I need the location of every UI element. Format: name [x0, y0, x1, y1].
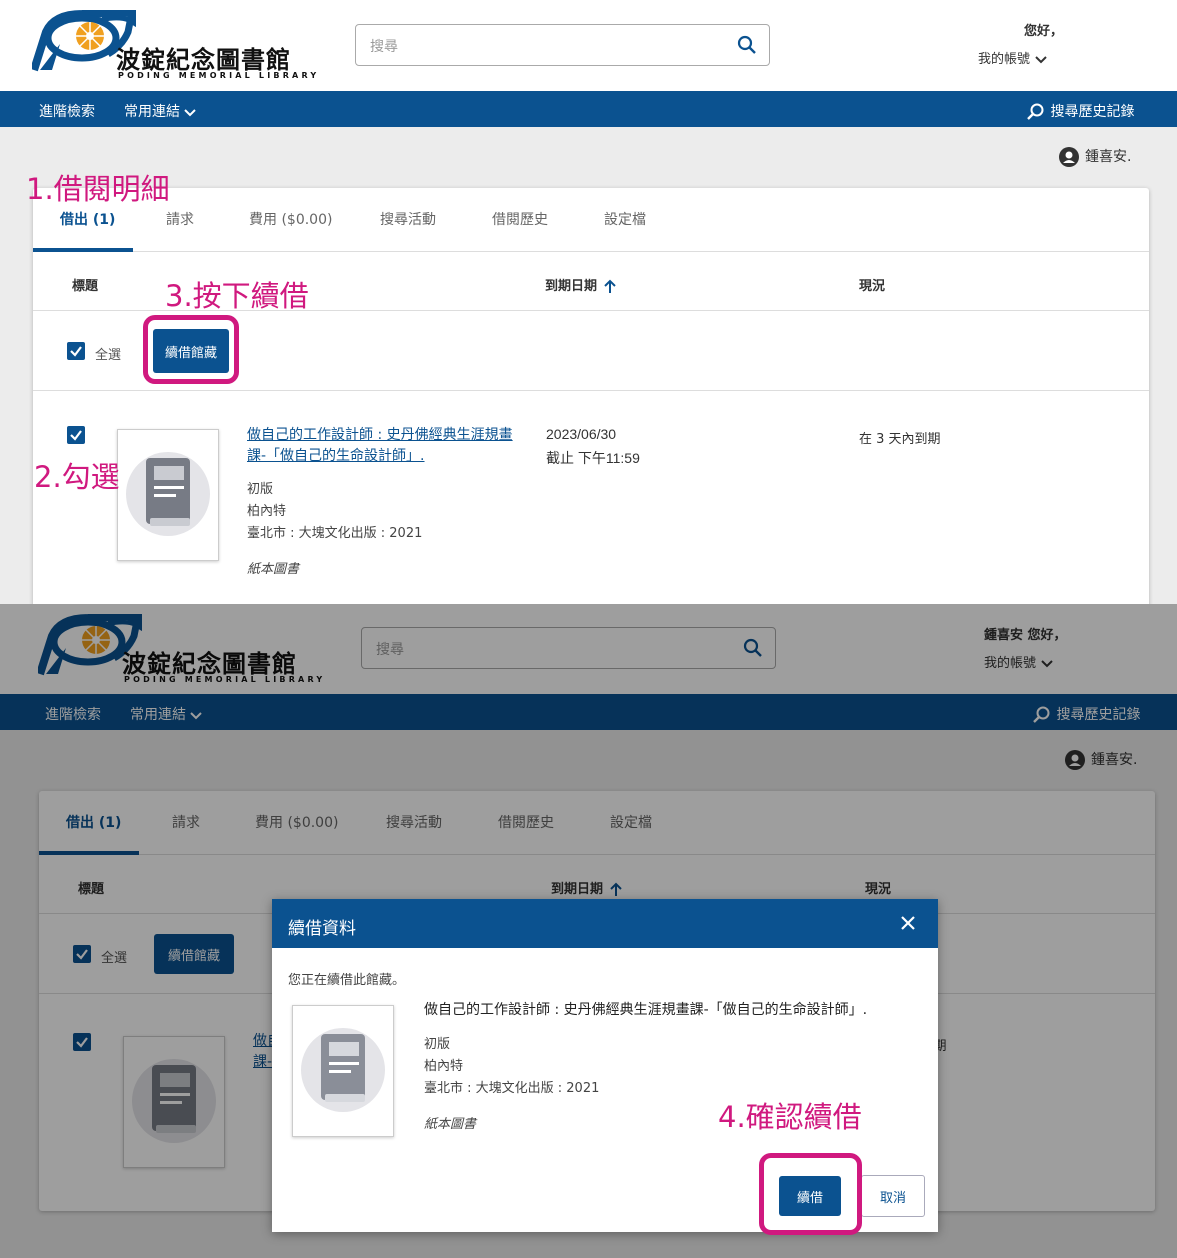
nav-advanced-search[interactable]: 進階檢索 — [39, 101, 95, 121]
dialog-item-edition: 初版 — [424, 1037, 451, 1052]
item-edition: 初版 — [247, 482, 274, 497]
highlight-confirm-button — [759, 1153, 862, 1235]
select-all-label[interactable]: 全選 — [95, 344, 121, 363]
dialog-item-format: 紙本圖書 — [424, 1117, 477, 1132]
navbar: 進階檢索 常用連結 搜尋歷史記錄 — [0, 91, 1177, 127]
dialog-item-author: 柏內特 — [424, 1059, 464, 1074]
nav-search-history-label: 搜尋歷史記錄 — [1050, 104, 1135, 120]
tab-borrow-history[interactable]: 借閱歷史 — [492, 209, 548, 229]
sort-arrow-up-icon — [602, 279, 618, 294]
top-screenshot-panel: 波錠紀念圖書館 PODING MEMORIAL LIBRARY 您好， 我的帳號… — [0, 0, 1177, 604]
item-status: 在 3 天內到期 — [859, 432, 941, 447]
annotation-step3: 3.按下續借 — [165, 279, 309, 313]
tab-fees[interactable]: 費用 ($0.00) — [249, 209, 332, 229]
library-logo[interactable]: 波錠紀念圖書館 PODING MEMORIAL LIBRARY — [32, 10, 316, 82]
greeting: 您好， — [1024, 24, 1064, 39]
nav-search-history[interactable]: 搜尋歷史記錄 — [1026, 101, 1134, 121]
logo-english-name: PODING MEMORIAL LIBRARY — [118, 71, 320, 80]
search-input[interactable] — [370, 34, 710, 58]
active-tab-indicator — [33, 248, 133, 252]
tab-checkouts[interactable]: 借出 (1) — [60, 209, 115, 229]
logo-chinese-name: 波錠紀念圖書館 — [116, 45, 291, 74]
search-box[interactable] — [355, 24, 770, 66]
user-circle-icon — [1059, 147, 1085, 167]
dialog-item-title: 做自己的工作設計師 : 史丹佛經典生涯規畫課-「做自己的生命設計師」. — [424, 1002, 868, 1018]
history-search-icon — [1026, 103, 1046, 120]
user-name: 鍾喜安. — [1085, 149, 1132, 165]
select-all-checkbox[interactable] — [67, 342, 85, 360]
nav-common-links[interactable]: 常用連結 — [124, 101, 197, 121]
col-due-header[interactable]: 到期日期 — [545, 275, 618, 295]
user-display: 鍾喜安. — [1059, 146, 1131, 167]
bottom-screenshot-panel: 波錠紀念圖書館 PODING MEMORIAL LIBRARY 鍾喜安 您好， … — [0, 604, 1177, 1258]
item-publisher: 臺北市 : 大塊文化出版 : 2021 — [247, 526, 423, 541]
col-due-label: 到期日期 — [545, 279, 598, 294]
tab-requests[interactable]: 請求 — [166, 209, 194, 229]
dialog-title: 續借資料 — [288, 919, 356, 939]
cancel-button[interactable]: 取消 — [861, 1175, 925, 1217]
chevron-down-icon — [184, 104, 197, 120]
account-label: 我的帳號 — [978, 52, 1031, 67]
due-time: 截止 下午11:59 — [546, 450, 640, 466]
col-title-header[interactable]: 標題 — [72, 275, 98, 294]
book-cover[interactable] — [117, 429, 219, 561]
dialog-item-publisher: 臺北市 : 大塊文化出版 : 2021 — [424, 1081, 600, 1096]
tab-search-activity[interactable]: 搜尋活動 — [380, 209, 436, 229]
account-menu[interactable]: 我的帳號 — [978, 48, 1048, 67]
book-cover — [292, 1005, 394, 1137]
search-icon[interactable] — [737, 35, 757, 59]
site-header: 波錠紀念圖書館 PODING MEMORIAL LIBRARY 您好， 我的帳號 — [0, 0, 1177, 91]
item-checkbox[interactable] — [67, 426, 85, 444]
chevron-down-icon — [1030, 52, 1048, 67]
account-card: 借出 (1) 請求 費用 ($0.00) 搜尋活動 借閱歷史 設定檔 標題 到期… — [33, 188, 1149, 604]
tab-profile[interactable]: 設定檔 — [604, 209, 646, 229]
annotation-step1: 1.借閱明細 — [26, 172, 170, 206]
dialog-header: 續借資料 — [272, 899, 938, 948]
annotation-step2: 2.勾選 — [34, 460, 120, 494]
book-icon — [126, 452, 210, 536]
dialog-message: 您正在續借此館藏。 — [288, 973, 406, 988]
close-icon[interactable] — [900, 915, 916, 935]
annotation-step4: 4.確認續借 — [718, 1100, 862, 1134]
col-status-header[interactable]: 現況 — [859, 275, 885, 294]
due-date: 2023/06/30 — [546, 426, 617, 442]
item-author: 柏內特 — [247, 504, 287, 519]
book-icon — [301, 1028, 385, 1112]
highlight-renew-button — [143, 315, 239, 384]
account-tabs: 借出 (1) 請求 費用 ($0.00) 搜尋活動 借閱歷史 設定檔 — [33, 188, 1149, 252]
item-format: 紙本圖書 — [247, 562, 300, 577]
nav-common-links-label: 常用連結 — [124, 104, 180, 120]
item-title-link[interactable]: 做自己的工作設計師 : 史丹佛經典生涯規畫課-「做自己的生命設計師」. — [247, 425, 527, 467]
